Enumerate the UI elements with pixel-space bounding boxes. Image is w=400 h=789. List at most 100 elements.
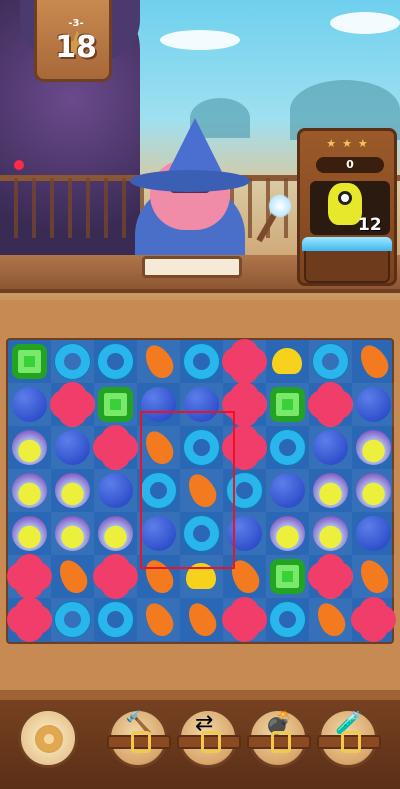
- board-cell[interactable]: [266, 426, 309, 469]
- board-cell[interactable]: [352, 598, 395, 641]
- board-cell[interactable]: [8, 512, 51, 555]
- wand-sparkle: [268, 194, 292, 218]
- board-cell[interactable]: [309, 555, 352, 598]
- yellow-candy-icon: [272, 348, 302, 374]
- board-cell[interactable]: [8, 383, 51, 426]
- hammer-booster[interactable]: 🔨: [107, 708, 171, 768]
- board-cell[interactable]: [8, 469, 51, 512]
- candy-board[interactable]: [6, 338, 395, 644]
- potion-booster[interactable]: 🧪: [317, 708, 381, 768]
- board-cell[interactable]: [51, 340, 94, 383]
- board-cell[interactable]: [180, 383, 223, 426]
- board-cell[interactable]: [266, 512, 309, 555]
- board-cell[interactable]: [51, 426, 94, 469]
- dark-blue-candy-icon: [227, 516, 262, 551]
- board-cell[interactable]: [223, 469, 266, 512]
- red-candy-icon: [98, 559, 133, 594]
- board-cell[interactable]: [94, 340, 137, 383]
- board-cell[interactable]: [137, 598, 180, 641]
- board-cell[interactable]: [51, 555, 94, 598]
- board-cell[interactable]: [180, 469, 223, 512]
- lock-buckle-icon: [341, 731, 361, 753]
- board-cell[interactable]: [352, 340, 395, 383]
- board-cell[interactable]: [51, 383, 94, 426]
- board-cell[interactable]: [51, 469, 94, 512]
- blue-ring-candy-icon: [184, 516, 219, 551]
- board-cell[interactable]: [352, 426, 395, 469]
- board-cell[interactable]: [309, 598, 352, 641]
- board-cell[interactable]: [137, 426, 180, 469]
- board-cell[interactable]: [223, 340, 266, 383]
- dark-blue-candy-icon: [141, 516, 176, 551]
- board-cell[interactable]: [352, 469, 395, 512]
- blue-ring-candy-icon: [55, 344, 90, 379]
- blue-ring-candy-icon: [270, 602, 305, 637]
- board-cell[interactable]: [223, 426, 266, 469]
- board-cell[interactable]: [180, 598, 223, 641]
- orange-candy-icon: [182, 598, 222, 641]
- board-cell[interactable]: [94, 469, 137, 512]
- board-cell[interactable]: [137, 383, 180, 426]
- board-cell[interactable]: [180, 555, 223, 598]
- board-cell[interactable]: [352, 555, 395, 598]
- blue-ring-candy-icon: [184, 430, 219, 465]
- board-cell[interactable]: [137, 512, 180, 555]
- red-candy-icon: [12, 602, 47, 637]
- board-cell[interactable]: [180, 340, 223, 383]
- board-cell[interactable]: [309, 340, 352, 383]
- bomb-booster[interactable]: 💣: [247, 708, 311, 768]
- donut-icon: [35, 725, 63, 753]
- board-cell[interactable]: [266, 598, 309, 641]
- board-cell[interactable]: [266, 469, 309, 512]
- board-cell[interactable]: [94, 598, 137, 641]
- board-cell[interactable]: [266, 340, 309, 383]
- cloud: [160, 30, 240, 50]
- board-cell[interactable]: [51, 598, 94, 641]
- moves-remaining: 18: [55, 30, 97, 65]
- cloud: [330, 12, 400, 34]
- goal-score: 0: [316, 157, 384, 173]
- board-cell[interactable]: [309, 383, 352, 426]
- board-cell[interactable]: [309, 426, 352, 469]
- board-cell[interactable]: [180, 426, 223, 469]
- dark-blue-candy-icon: [12, 387, 47, 422]
- board-cell[interactable]: [8, 426, 51, 469]
- board-cell[interactable]: [266, 383, 309, 426]
- board-cell[interactable]: [352, 383, 395, 426]
- orange-candy-icon: [139, 555, 179, 598]
- board-cell[interactable]: [309, 469, 352, 512]
- board-cell[interactable]: [51, 512, 94, 555]
- board-cell[interactable]: [94, 383, 137, 426]
- red-candy-icon: [98, 430, 133, 465]
- board-cell[interactable]: [94, 512, 137, 555]
- board-cell[interactable]: [266, 555, 309, 598]
- board-cell[interactable]: [94, 426, 137, 469]
- orange-candy-icon: [311, 598, 351, 641]
- board-cell[interactable]: [309, 512, 352, 555]
- board-cell[interactable]: [223, 512, 266, 555]
- goal-stars: ★★★: [326, 137, 374, 150]
- board-cell[interactable]: [180, 512, 223, 555]
- orange-candy-icon: [53, 555, 93, 598]
- monster-eye-icon: [338, 191, 352, 205]
- blue-ring-candy-icon: [270, 430, 305, 465]
- board-cell[interactable]: [137, 555, 180, 598]
- board-cell[interactable]: [223, 555, 266, 598]
- orange-candy-icon: [139, 598, 179, 641]
- monster-candy-icon: [12, 430, 47, 465]
- board-cell[interactable]: [94, 555, 137, 598]
- board-cell[interactable]: [8, 598, 51, 641]
- blue-ring-candy-icon: [184, 344, 219, 379]
- red-candy-icon: [227, 430, 262, 465]
- board-cell[interactable]: [8, 555, 51, 598]
- monster-candy-icon: [270, 516, 305, 551]
- board-cell[interactable]: [137, 340, 180, 383]
- board-cell[interactable]: [352, 512, 395, 555]
- swap-booster[interactable]: ⇄: [177, 708, 241, 768]
- board-cell[interactable]: [223, 383, 266, 426]
- donut-booster[interactable]: [18, 708, 78, 768]
- board-cell[interactable]: [137, 469, 180, 512]
- dark-blue-candy-icon: [55, 430, 90, 465]
- board-cell[interactable]: [8, 340, 51, 383]
- board-cell[interactable]: [223, 598, 266, 641]
